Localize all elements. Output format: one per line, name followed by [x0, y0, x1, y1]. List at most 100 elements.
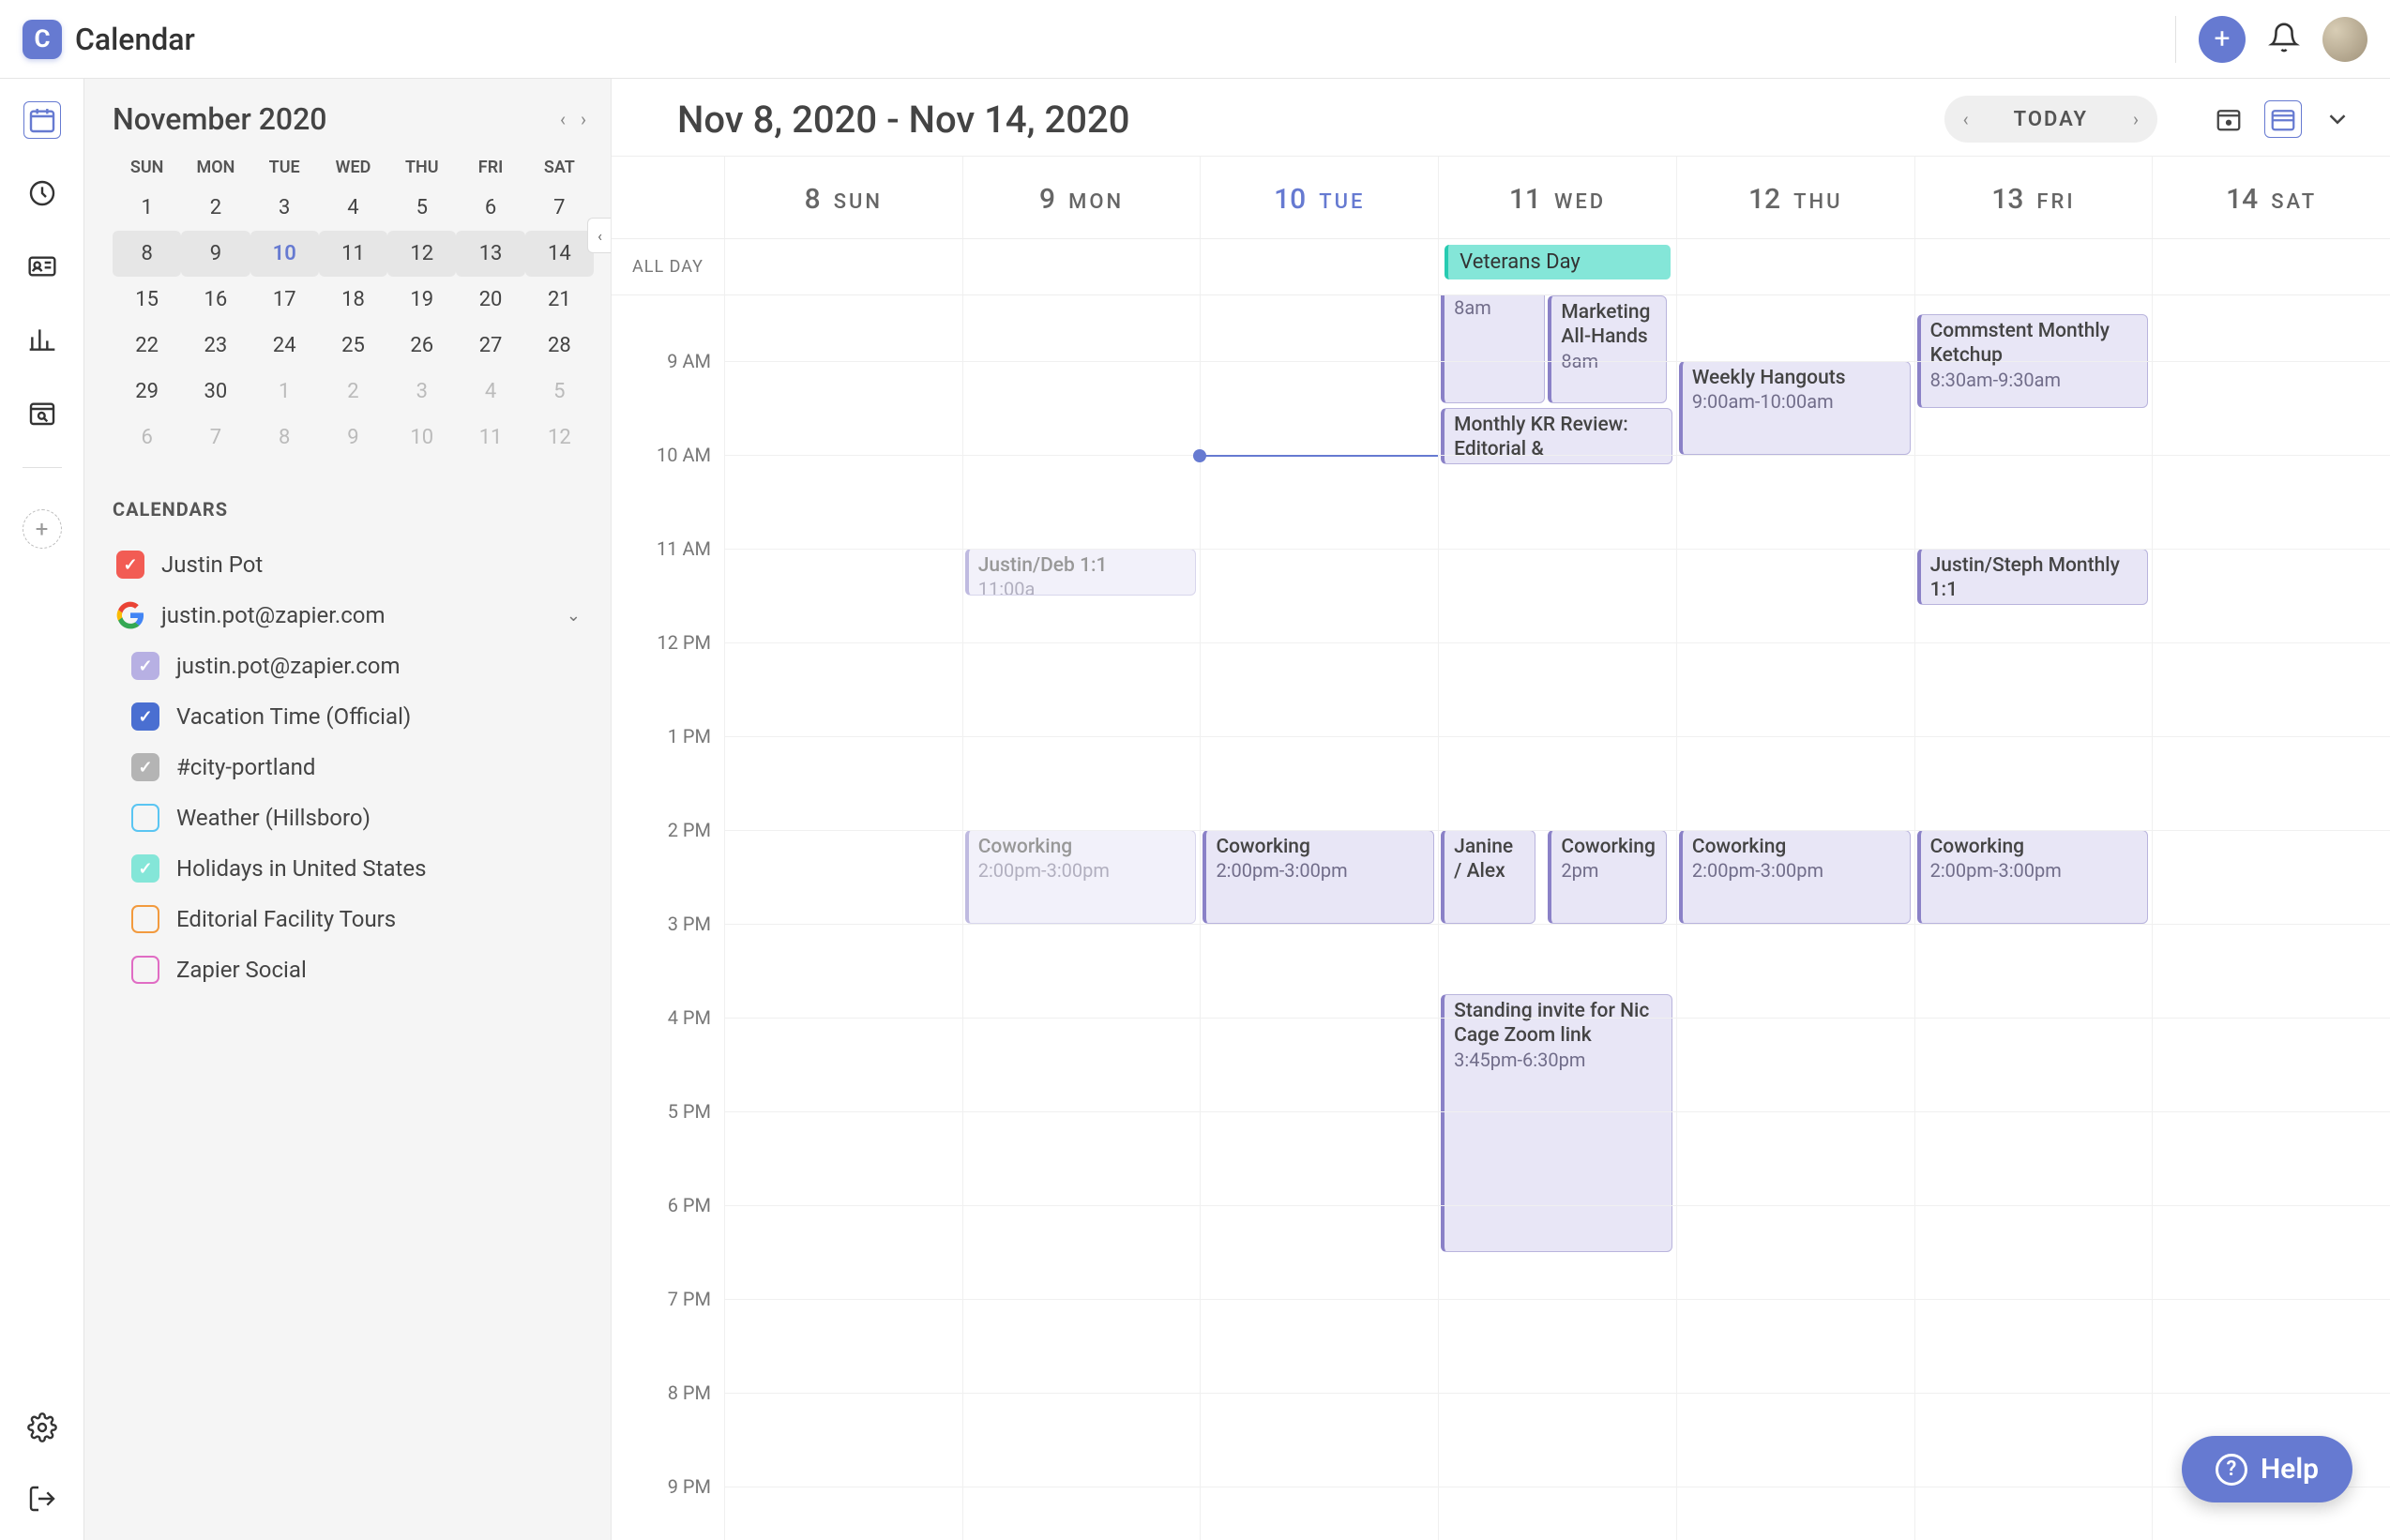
calendar-row[interactable]: justin.pot@zapier.com⌄: [113, 590, 594, 641]
mini-day[interactable]: 27: [456, 323, 524, 369]
rail-settings[interactable]: [23, 1409, 61, 1446]
day-header[interactable]: 12THU: [1676, 157, 1914, 238]
calendar-checkbox[interactable]: ✓: [131, 702, 159, 731]
allday-cell[interactable]: [1914, 239, 2153, 294]
add-event-button[interactable]: +: [2199, 16, 2246, 63]
mini-day[interactable]: 10: [387, 415, 456, 460]
next-week-button[interactable]: ›: [2114, 96, 2157, 143]
mini-day[interactable]: 21: [525, 277, 594, 323]
calendar-event[interactable]: Coworking2:00pm-3:00pm: [965, 830, 1197, 924]
mini-day[interactable]: 22: [113, 323, 181, 369]
mini-day[interactable]: 18: [319, 277, 387, 323]
mini-day[interactable]: 8: [250, 415, 319, 460]
mini-day[interactable]: 15: [113, 277, 181, 323]
calendar-checkbox[interactable]: [131, 905, 159, 933]
allday-event[interactable]: Veterans Day: [1445, 245, 1671, 279]
mini-day[interactable]: 2: [181, 185, 250, 231]
day-header[interactable]: 11WED: [1438, 157, 1676, 238]
calendar-row[interactable]: Zapier Social: [113, 944, 594, 995]
mini-day[interactable]: 29: [113, 369, 181, 415]
avatar[interactable]: [2322, 17, 2367, 62]
calendar-row[interactable]: Editorial Facility Tours: [113, 894, 594, 944]
mini-next-button[interactable]: ›: [573, 104, 594, 134]
mini-day[interactable]: 9: [319, 415, 387, 460]
prev-week-button[interactable]: ‹: [1944, 96, 1988, 143]
calendar-event[interactable]: Commstent Monthly Ketchup8:30am-9:30am: [1917, 314, 2149, 408]
mini-day[interactable]: 7: [525, 185, 594, 231]
mini-day[interactable]: 19: [387, 277, 456, 323]
rail-scheduling[interactable]: [23, 174, 61, 212]
rail-analytics[interactable]: [23, 321, 61, 358]
today-button[interactable]: TODAY: [1988, 108, 2114, 131]
mini-day[interactable]: 7: [181, 415, 250, 460]
calendar-checkbox[interactable]: ✓: [116, 551, 144, 579]
mini-day[interactable]: 20: [456, 277, 524, 323]
calendar-row[interactable]: ✓Vacation Time (Official): [113, 691, 594, 742]
mini-day[interactable]: 2: [319, 369, 387, 415]
notifications-button[interactable]: [2268, 22, 2300, 57]
mini-day[interactable]: 11: [319, 231, 387, 277]
mini-day[interactable]: 28: [525, 323, 594, 369]
day-column[interactable]: Coworking2:00pm-3:00pm: [1200, 295, 1438, 1540]
mini-day[interactable]: 1: [113, 185, 181, 231]
calendar-checkbox[interactable]: ✓: [131, 854, 159, 883]
mini-day[interactable]: 3: [387, 369, 456, 415]
allday-cell[interactable]: Veterans Day: [1438, 239, 1676, 294]
mini-day[interactable]: 25: [319, 323, 387, 369]
mini-prev-button[interactable]: ‹: [552, 104, 573, 134]
mini-day[interactable]: 1: [250, 369, 319, 415]
day-header[interactable]: 10TUE: [1200, 157, 1438, 238]
view-dropdown-button[interactable]: [2319, 100, 2356, 138]
rail-add-button[interactable]: +: [23, 509, 62, 549]
mini-day[interactable]: 3: [250, 185, 319, 231]
view-week-button[interactable]: [2264, 100, 2302, 138]
brand[interactable]: C Calendar: [23, 20, 195, 59]
view-month-button[interactable]: [2210, 100, 2247, 138]
calendar-checkbox[interactable]: [131, 956, 159, 984]
calendar-checkbox[interactable]: [131, 804, 159, 832]
calendar-row[interactable]: ✓#city-portland: [113, 742, 594, 793]
calendar-event[interactable]: Monthly KR Review: Editorial &9: [1441, 408, 1672, 464]
day-header[interactable]: 13FRI: [1914, 157, 2153, 238]
day-column[interactable]: Commstent Monthly Ketchup8:30am-9:30am Ju…: [1914, 295, 2153, 1540]
day-column[interactable]: Justin/Deb 1:111:00a Coworking2:00pm-3:00…: [962, 295, 1201, 1540]
rail-logout[interactable]: [23, 1480, 61, 1517]
mini-day[interactable]: 17: [250, 277, 319, 323]
rail-contacts[interactable]: [23, 248, 61, 285]
day-column[interactable]: [724, 295, 962, 1540]
calendar-checkbox[interactable]: ✓: [131, 753, 159, 781]
mini-day[interactable]: 23: [181, 323, 250, 369]
mini-day[interactable]: 8: [113, 231, 181, 277]
calendar-row[interactable]: ✓justin.pot@zapier.com: [113, 641, 594, 691]
allday-cell[interactable]: [1200, 239, 1438, 294]
mini-day[interactable]: 10: [250, 231, 319, 277]
calendar-event[interactable]: Coworking2pm: [1548, 830, 1666, 924]
day-header[interactable]: 8SUN: [724, 157, 962, 238]
allday-cell[interactable]: [1676, 239, 1914, 294]
rail-find-time[interactable]: [23, 394, 61, 431]
mini-day[interactable]: 14: [525, 231, 594, 277]
day-column[interactable]: [2152, 295, 2390, 1540]
calendar-event[interactable]: Justin/Steph Monthly 1:11: [1917, 549, 2149, 605]
calendar-event[interactable]: Marketing All-Hands8am: [1548, 295, 1666, 403]
mini-day[interactable]: 16: [181, 277, 250, 323]
mini-day[interactable]: 9: [181, 231, 250, 277]
rail-calendar[interactable]: [23, 101, 61, 139]
day-header[interactable]: 14SAT: [2152, 157, 2390, 238]
allday-cell[interactable]: [2152, 239, 2390, 294]
mini-day[interactable]: 4: [456, 369, 524, 415]
allday-cell[interactable]: [962, 239, 1201, 294]
calendar-row[interactable]: ✓Holidays in United States: [113, 843, 594, 894]
day-column[interactable]: Weekly Hangouts9:00am-10:00amCoworking2:…: [1676, 295, 1914, 1540]
mini-day[interactable]: 5: [525, 369, 594, 415]
calendar-event[interactable]: Weekly Hangouts9:00am-10:00am: [1679, 361, 1911, 455]
help-button[interactable]: ? Help: [2182, 1436, 2352, 1502]
collapse-sidebar-button[interactable]: ‹: [587, 218, 612, 253]
mini-day[interactable]: 12: [525, 415, 594, 460]
mini-day[interactable]: 6: [113, 415, 181, 460]
mini-day[interactable]: 13: [456, 231, 524, 277]
calendar-event[interactable]: Justin/Deb 1:111:00a: [965, 549, 1197, 596]
calendar-event[interactable]: Coworking2:00pm-3:00pm: [1917, 830, 2149, 924]
mini-day[interactable]: 24: [250, 323, 319, 369]
calendar-row[interactable]: ✓Justin Pot: [113, 539, 594, 590]
